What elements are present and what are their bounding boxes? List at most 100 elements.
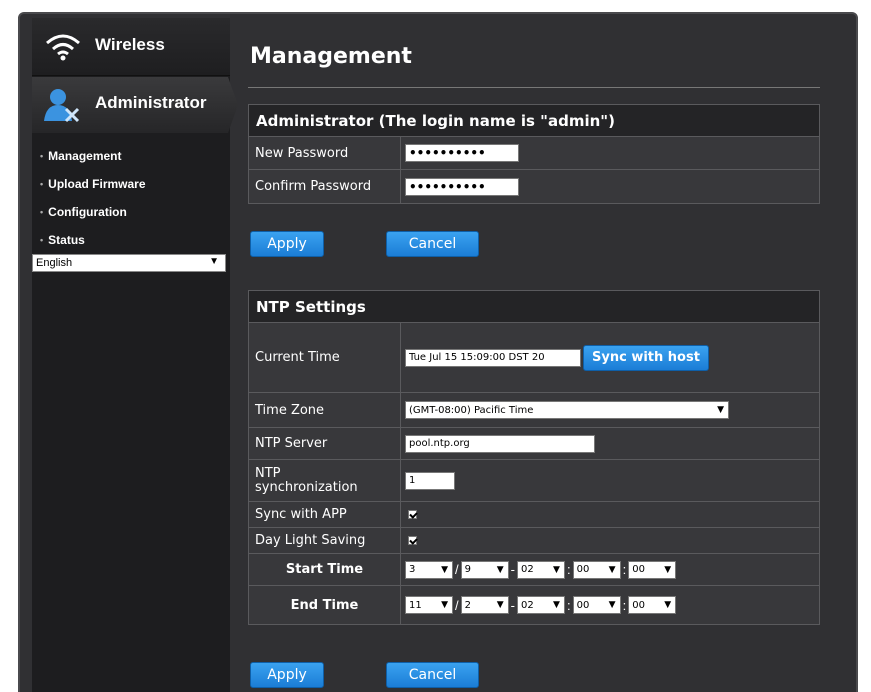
time-zone-cell: (GMT-08:00) Pacific Time ▼ [401, 393, 819, 427]
start-hour-select[interactable]: 02 ▼ [516, 560, 565, 579]
day-light-saving-cell [401, 528, 819, 553]
end-second-value: 00 [632, 599, 645, 611]
bullet-icon: • [40, 235, 44, 245]
administrator-panel: Administrator (The login name is "admin"… [248, 104, 820, 204]
ntp-apply-button[interactable]: Apply [250, 662, 324, 688]
language-value: English [36, 257, 73, 269]
nav-wireless-label: Wireless [95, 35, 165, 54]
end-day-value: 2 [464, 599, 471, 611]
ntp-panel-heading: NTP Settings [249, 291, 819, 323]
end-time-label: End Time [249, 586, 401, 624]
admin-user-icon [42, 87, 82, 128]
current-time-input[interactable]: Tue Jul 15 15:09:00 DST 20 [405, 348, 581, 367]
end-time-cell: 11 ▼ / 2 ▼ - 02 ▼ : 00 ▼ : 00 ▼ [401, 586, 819, 624]
time-separator: : [622, 562, 627, 577]
confirm-password-input[interactable]: •••••••••• [405, 177, 519, 196]
sync-with-app-label: Sync with APP [249, 502, 401, 527]
day-light-saving-label: Day Light Saving [249, 528, 401, 553]
submenu-label: Management [48, 149, 122, 163]
ntp-server-row: NTP Server pool.ntp.org [249, 428, 819, 460]
page-title: Management [250, 44, 412, 69]
ntp-sync-label: NTP synchronization [249, 460, 401, 501]
dropdown-arrow-icon: ▼ [496, 564, 504, 575]
new-password-cell: •••••••••• [401, 137, 819, 169]
time-zone-value: (GMT-08:00) Pacific Time [409, 404, 534, 416]
end-month-value: 11 [409, 599, 422, 611]
ntp-sync-input[interactable]: 1 [405, 471, 455, 490]
end-hour-value: 02 [520, 599, 534, 611]
sync-with-app-checkbox[interactable] [408, 510, 417, 519]
administrator-panel-heading: Administrator (The login name is "admin"… [249, 105, 819, 137]
admin-cancel-button[interactable]: Cancel [386, 231, 479, 257]
date-time-separator: - [510, 562, 515, 577]
ntp-cancel-button[interactable]: Cancel [386, 662, 479, 688]
start-second-value: 00 [632, 564, 645, 575]
ntp-panel: NTP Settings Current Time Tue Jul 15 15:… [248, 290, 820, 625]
end-time-row: End Time 11 ▼ / 2 ▼ - 02 ▼ : 00 ▼ : 00 ▼ [249, 586, 819, 624]
router-ui-frame: Wireless Administrator • Management • Up… [18, 12, 858, 692]
date-separator: / [455, 562, 459, 577]
time-zone-select[interactable]: (GMT-08:00) Pacific Time ▼ [405, 401, 729, 419]
submenu-item-upload-firmware[interactable]: • Upload Firmware [32, 170, 230, 198]
sync-with-app-row: Sync with APP [249, 502, 819, 528]
wifi-icon [44, 32, 82, 67]
submenu-item-management[interactable]: • Management [32, 142, 230, 170]
end-minute-value: 00 [576, 599, 590, 611]
start-day-select[interactable]: 9 ▼ [460, 560, 509, 579]
ntp-sync-cell: 1 [401, 460, 819, 501]
time-zone-label: Time Zone [249, 393, 401, 427]
ntp-server-input[interactable]: pool.ntp.org [405, 434, 595, 453]
time-separator: : [566, 562, 571, 577]
admin-apply-button[interactable]: Apply [250, 231, 324, 257]
start-minute-value: 00 [576, 564, 590, 575]
submenu-label: Upload Firmware [48, 177, 146, 191]
nav-administrator-label: Administrator [95, 93, 207, 112]
submenu-item-configuration[interactable]: • Configuration [32, 198, 230, 226]
new-password-input[interactable]: •••••••••• [405, 144, 519, 162]
bullet-icon: • [40, 179, 44, 189]
sync-with-app-cell [401, 502, 819, 527]
date-separator: / [455, 597, 459, 613]
end-month-select[interactable]: 11 ▼ [405, 596, 453, 614]
dropdown-arrow-icon: ▼ [664, 564, 672, 575]
start-time-row: Start Time 3 ▼ / 9 ▼ - 02 ▼ : 00 ▼ : 00 ▼ [249, 554, 819, 586]
dropdown-arrow-icon: ▼ [664, 600, 672, 610]
start-month-select[interactable]: 3 ▼ [405, 560, 453, 579]
dropdown-arrow-icon: ▼ [608, 600, 616, 610]
current-time-row: Current Time Tue Jul 15 15:09:00 DST 20 … [249, 323, 819, 393]
new-password-label: New Password [249, 137, 401, 169]
submenu-item-status[interactable]: • Status [32, 226, 230, 254]
confirm-password-cell: •••••••••• [401, 170, 819, 203]
nav-wireless[interactable]: Wireless [32, 18, 230, 76]
dropdown-arrow-icon: ▼ [553, 600, 560, 610]
time-separator: : [566, 597, 571, 613]
start-second-select[interactable]: 00 ▼ [628, 560, 677, 579]
end-day-select[interactable]: 2 ▼ [460, 596, 509, 614]
end-hour-select[interactable]: 02 ▼ [516, 596, 565, 614]
ntp-server-label: NTP Server [249, 428, 401, 459]
ntp-server-cell: pool.ntp.org [401, 428, 819, 459]
dropdown-arrow-icon: ▼ [209, 256, 219, 267]
day-light-saving-row: Day Light Saving [249, 528, 819, 554]
confirm-password-label: Confirm Password [249, 170, 401, 203]
submenu-label: Status [48, 233, 85, 247]
start-minute-select[interactable]: 00 ▼ [572, 560, 621, 579]
sidebar: Wireless Administrator • Management • Up… [32, 18, 238, 692]
submenu-label: Configuration [48, 205, 127, 219]
day-light-saving-checkbox[interactable] [408, 536, 417, 545]
time-separator: : [622, 597, 627, 613]
bullet-icon: • [40, 207, 44, 217]
dropdown-arrow-icon: ▼ [553, 564, 560, 575]
time-zone-row: Time Zone (GMT-08:00) Pacific Time ▼ [249, 393, 819, 428]
new-password-row: New Password •••••••••• [249, 137, 819, 170]
current-time-cell: Tue Jul 15 15:09:00 DST 20 Sync with hos… [401, 323, 819, 392]
start-day-value: 9 [464, 564, 471, 575]
dropdown-arrow-icon: ▼ [496, 600, 504, 610]
nav-administrator[interactable]: Administrator [32, 77, 238, 133]
language-select[interactable]: English ▼ [32, 254, 226, 272]
ntp-sync-row: NTP synchronization 1 [249, 460, 819, 502]
start-hour-value: 02 [520, 564, 534, 575]
end-minute-select[interactable]: 00 ▼ [572, 596, 621, 614]
end-second-select[interactable]: 00 ▼ [628, 596, 677, 614]
sync-with-host-button[interactable]: Sync with host [583, 344, 709, 371]
